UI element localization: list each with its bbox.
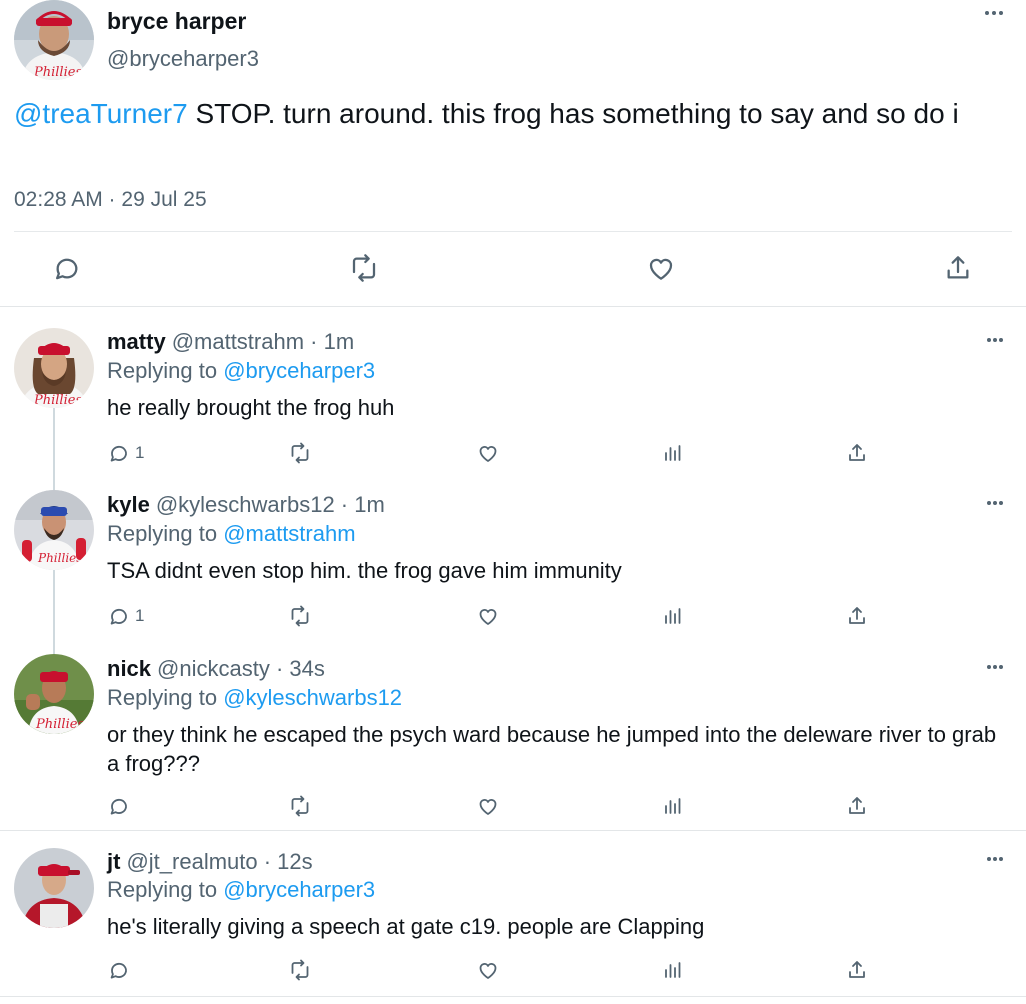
reply-author-handle[interactable]: @nickcasty · 34s [157,656,325,681]
reply-author-handle[interactable]: @mattstrahm · 1m [172,329,354,354]
reply-icon[interactable]: 1 [107,440,144,466]
avatar[interactable]: Phillies [14,654,94,734]
svg-text:Phillies: Phillies [33,393,82,408]
mention-link[interactable]: @treaTurner7 [14,98,188,129]
share-icon[interactable] [845,957,869,983]
like-icon[interactable] [476,957,500,983]
reply-header: kyle @kyleschwarbs12 · 1m [107,492,385,518]
thread-line [53,408,55,470]
thread-line [53,570,55,634]
divider [14,231,1012,232]
share-icon[interactable] [845,440,869,466]
reply-author-name[interactable]: matty [107,329,166,354]
more-options-icon[interactable] [986,856,1004,862]
timestamp[interactable]: 02:28 AM · 29 Jul 25 [14,188,207,212]
share-icon[interactable] [942,252,974,284]
reply-icon[interactable] [107,957,135,983]
analytics-icon[interactable] [661,440,685,466]
like-icon[interactable] [476,603,500,629]
retweet-icon[interactable] [288,440,312,466]
more-options-icon[interactable] [986,337,1004,343]
replying-label: Replying to [107,521,224,546]
replying-to: Replying to @bryceharper3 [107,877,375,903]
main-tweet: Phillies bryce harper @bryceharper3 @tre… [0,0,1026,307]
like-icon[interactable] [476,440,500,466]
svg-text:Phillies: Phillies [37,551,82,565]
share-icon[interactable] [845,603,869,629]
replying-label: Replying to [107,685,224,710]
author-handle[interactable]: @bryceharper3 [107,46,259,72]
like-icon[interactable] [476,793,500,819]
analytics-icon[interactable] [661,603,685,629]
reply-icon[interactable] [51,252,83,284]
analytics-icon[interactable] [661,957,685,983]
avatar[interactable]: Phillies [14,490,94,570]
like-icon[interactable] [645,252,677,284]
replying-to: Replying to @mattstrahm [107,521,356,547]
mention-link[interactable]: @kyleschwarbs12 [223,685,402,710]
share-icon[interactable] [845,793,869,819]
reply-actions: 1 [107,440,907,466]
svg-text:Phillies: Phillies [35,717,84,732]
reply-actions: 1 [107,603,907,629]
reply-text: he really brought the frog huh [107,395,395,420]
avatar[interactable]: Phillies [14,328,94,408]
reply-author-name[interactable]: nick [107,656,151,681]
more-options-icon[interactable] [984,10,1004,16]
more-options-icon[interactable] [986,664,1004,670]
svg-text:Phillies: Phillies [33,65,82,80]
reply-item[interactable]: Phillies matty @mattstrahm · 1m Replying … [0,307,1026,470]
mention-link[interactable]: @bryceharper3 [223,877,375,902]
reply-item[interactable]: Phillies nick @nickcasty · 34s Replying t… [0,634,1026,831]
reply-count: 1 [135,443,145,462]
reply-header: matty @mattstrahm · 1m [107,329,354,355]
reply-header: jt @jt_realmuto · 12s [107,849,313,875]
reply-author-name[interactable]: jt [107,849,120,874]
replying-to: Replying to @bryceharper3 [107,358,375,384]
reply-count: 1 [135,606,145,625]
reply-actions [107,793,907,819]
replying-to: Replying to @kyleschwarbs12 [107,685,402,711]
reply-text: he's literally giving a speech at gate c… [107,914,705,939]
reply-text: or they think he escaped the psych ward … [107,722,997,776]
reply-actions [107,957,907,983]
author-name[interactable]: bryce harper [107,8,246,35]
reply-author-handle[interactable]: @kyleschwarbs12 · 1m [156,492,385,517]
reply-author-name[interactable]: kyle [107,492,150,517]
avatar[interactable] [14,848,94,928]
retweet-icon[interactable] [347,252,379,284]
avatar[interactable]: Phillies [14,0,94,80]
more-options-icon[interactable] [986,500,1004,506]
replying-label: Replying to [107,877,224,902]
analytics-icon[interactable] [661,793,685,819]
thread-line [53,470,55,490]
retweet-icon[interactable] [288,957,312,983]
thread-line [53,634,55,654]
divider [0,996,1026,997]
reply-text: TSA didnt even stop him. the frog gave h… [107,558,622,583]
replying-label: Replying to [107,358,224,383]
reply-icon[interactable] [107,793,135,819]
tweet-body: STOP. turn around. this frog has somethi… [187,98,959,129]
mention-link[interactable]: @mattstrahm [223,521,355,546]
reply-icon[interactable]: 1 [107,603,144,629]
retweet-icon[interactable] [288,603,312,629]
tweet-text: @treaTurner7 STOP. turn around. this fro… [14,96,1004,131]
tweet-thread: Phillies bryce harper @bryceharper3 @tre… [0,0,1026,1004]
reply-item[interactable]: jt @jt_realmuto · 12s Replying to @bryceh… [0,831,1026,1004]
mention-link[interactable]: @bryceharper3 [223,358,375,383]
reply-header: nick @nickcasty · 34s [107,656,325,682]
reply-item[interactable]: Phillies kyle @kyleschwarbs12 · 1m Replyi… [0,470,1026,634]
retweet-icon[interactable] [288,793,312,819]
reply-author-handle[interactable]: @jt_realmuto · 12s [126,849,312,874]
